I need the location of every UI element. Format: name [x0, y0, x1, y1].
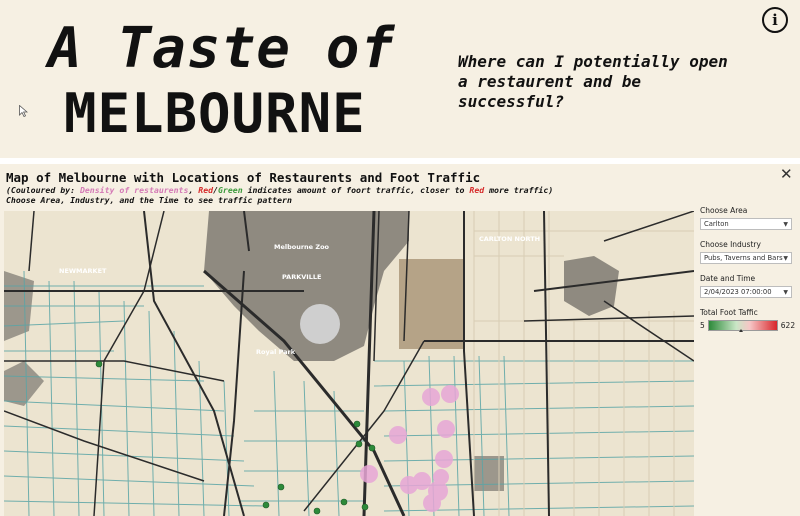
traffic-sensor[interactable]: [95, 360, 103, 368]
map-viz-panel: Map of Melbourne with Locations of Resta…: [0, 164, 800, 516]
map-label-royal-park: Royal Park: [256, 348, 296, 356]
chevron-down-icon: ▼: [783, 254, 788, 262]
viz-subtitle: (Couloured by: Density of restaurents, R…: [6, 185, 553, 195]
subtitle-mid: indicates amount of foort traffic, close…: [242, 185, 470, 195]
traffic-sensor[interactable]: [355, 440, 363, 448]
density-blob[interactable]: [433, 469, 449, 485]
subtitle-end: more traffic): [484, 185, 554, 195]
map-label-carlton-north: CARLTON NORTH: [479, 235, 540, 243]
area-select-value: Carlton: [704, 220, 729, 228]
traffic-sensor[interactable]: [368, 444, 376, 452]
industry-select[interactable]: Pubs, Taverns and Bars ▼: [700, 252, 792, 264]
page-title-line1: A Taste of: [48, 16, 396, 81]
mouse-cursor-icon: [19, 105, 28, 117]
datetime-select-value: 2/04/2023 07:00:00: [704, 288, 772, 296]
filters-panel: Choose Area Carlton ▼ Choose Industry Pu…: [700, 206, 796, 332]
subtitle-red: Red: [198, 185, 214, 195]
subtitle-green: Green: [218, 185, 243, 195]
density-blob[interactable]: [422, 388, 440, 406]
industry-filter-label: Choose Industry: [700, 240, 761, 249]
traffic-legend-max: 622: [780, 321, 796, 330]
map-label-parkville: PARKVILLE: [282, 273, 321, 281]
density-blob[interactable]: [437, 420, 455, 438]
map-canvas[interactable]: Melbourne Zoo CARLTON NORTH PARKVILLE NE…: [4, 211, 694, 516]
traffic-sensor[interactable]: [313, 507, 321, 515]
traffic-sensor[interactable]: [277, 483, 285, 491]
traffic-sensor[interactable]: [353, 420, 361, 428]
density-blob[interactable]: [389, 426, 407, 444]
map-label-melbourne-zoo: Melbourne Zoo: [274, 243, 330, 251]
traffic-color-scale: [707, 320, 778, 332]
page-title-line2: MELBOURNE: [64, 82, 366, 145]
subtitle-density: Density of restaurents: [79, 185, 189, 195]
traffic-legend-min: 5: [700, 321, 705, 330]
viz-instruction: Choose Area, Industry, and the Time to s…: [6, 195, 292, 205]
map-label-newmarket: NEWMARKET: [59, 267, 107, 275]
area-filter-label: Choose Area: [700, 206, 748, 215]
info-button[interactable]: i: [762, 7, 788, 33]
header: A Taste of MELBOURNE Where can I potenti…: [0, 0, 800, 158]
datetime-select[interactable]: 2/04/2023 07:00:00 ▼: [700, 286, 792, 298]
subtitle-comma: ,: [188, 185, 199, 195]
datetime-filter-label: Date and Time: [700, 274, 756, 283]
question-text: Where can I potentially open a restauren…: [458, 52, 728, 111]
density-blob[interactable]: [441, 385, 459, 403]
traffic-sensor[interactable]: [340, 498, 348, 506]
viz-title: Map of Melbourne with Locations of Resta…: [6, 170, 481, 185]
density-blob[interactable]: [423, 494, 441, 512]
density-blob[interactable]: [435, 450, 453, 468]
sports-ground: [399, 259, 464, 349]
traffic-sensor[interactable]: [262, 501, 270, 509]
chevron-down-icon: ▼: [783, 220, 788, 228]
chevron-down-icon: ▼: [783, 288, 788, 296]
traffic-sensor[interactable]: [361, 503, 369, 511]
pond: [300, 304, 340, 344]
traffic-legend-label: Total Foot Taffic: [700, 308, 758, 317]
legend-marker: [738, 329, 743, 332]
map[interactable]: Melbourne Zoo CARLTON NORTH PARKVILLE NE…: [4, 211, 694, 516]
density-blob[interactable]: [360, 465, 378, 483]
density-blob[interactable]: [413, 472, 431, 490]
area-select[interactable]: Carlton ▼: [700, 218, 792, 230]
subtitle-prefix: (Couloured by:: [6, 185, 80, 195]
industry-select-value: Pubs, Taverns and Bars: [704, 254, 783, 262]
subtitle-red-2: Red: [469, 185, 485, 195]
traffic-legend: 5 622: [700, 320, 796, 332]
close-button[interactable]: ✕: [780, 167, 794, 182]
